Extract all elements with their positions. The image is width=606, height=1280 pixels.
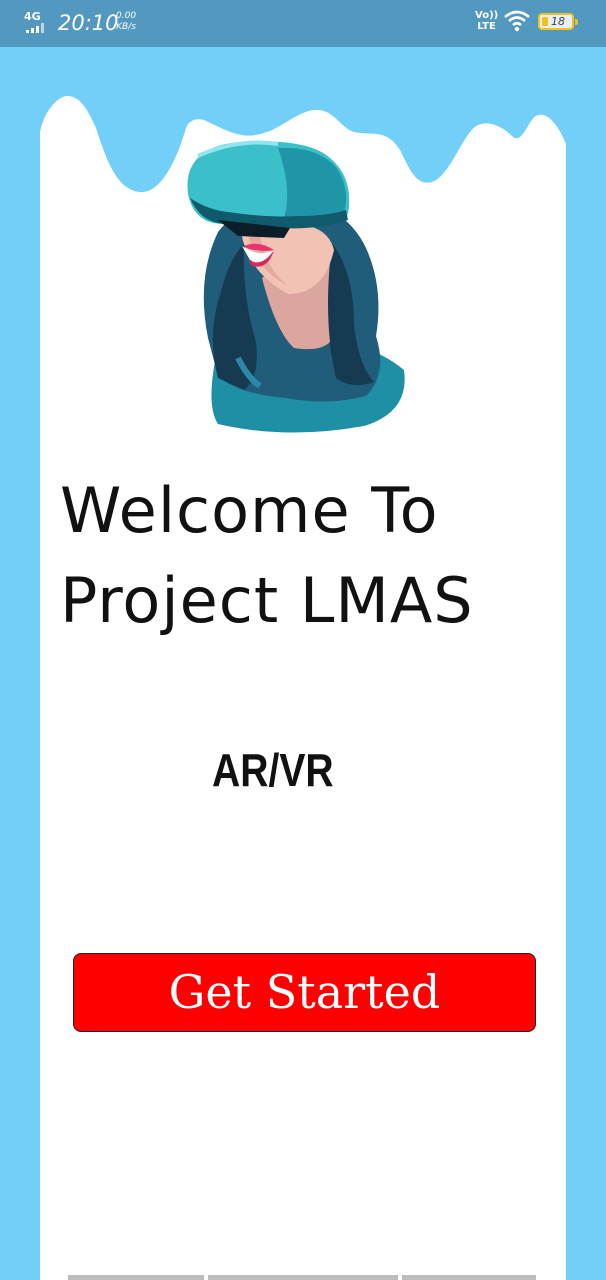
welcome-card: Welcome To Project LMAS AR/VR Get Starte… — [0, 0, 606, 1280]
welcome-title-line1: Welcome To — [60, 474, 439, 547]
get-started-button[interactable]: Get Started — [73, 953, 536, 1032]
welcome-title-line2: Project LMAS — [60, 564, 474, 637]
subtitle-arvr: AR/VR — [212, 744, 334, 796]
bottom-tab-2[interactable] — [208, 1275, 398, 1280]
welcome-title: Welcome To Project LMAS — [60, 466, 550, 646]
vr-woman-illustration — [187, 140, 405, 433]
bottom-tab-1[interactable] — [68, 1275, 204, 1280]
bottom-tab-3[interactable] — [402, 1275, 536, 1280]
